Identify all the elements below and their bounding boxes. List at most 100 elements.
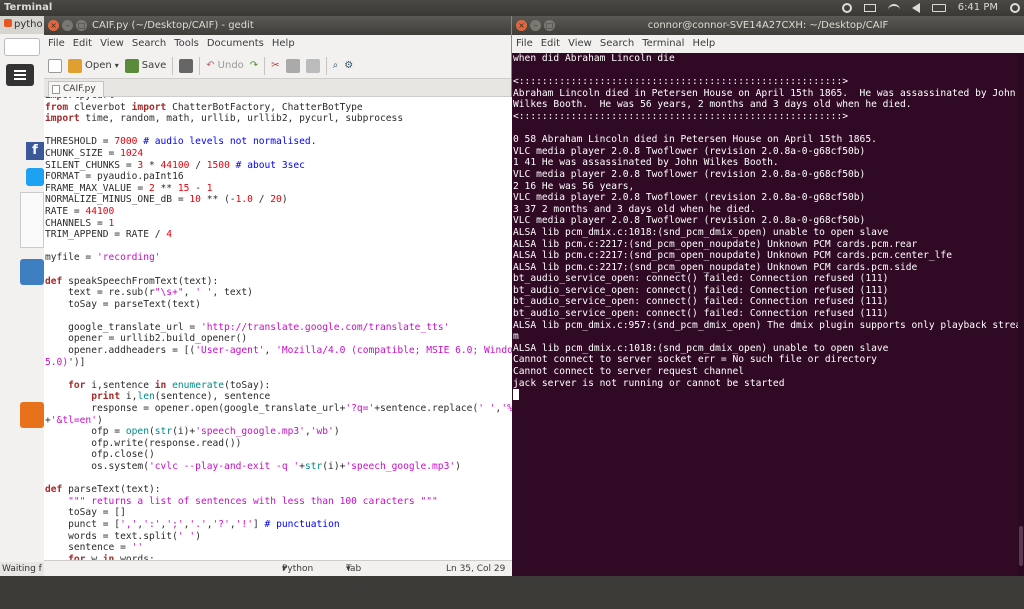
browser-tab-label: pytho (14, 19, 43, 30)
open-button[interactable]: Open ▾ (68, 58, 119, 73)
save-icon (124, 58, 139, 73)
minimize-icon[interactable]: – (530, 20, 541, 31)
new-document-icon (48, 58, 62, 73)
volume-icon[interactable] (911, 3, 920, 13)
terminal-line: <:::::::::::::::::::::::::::::::::::::::… (513, 76, 849, 88)
menu-tools[interactable]: Tools (174, 35, 199, 53)
find-button[interactable]: ⌕ (333, 60, 339, 71)
wifi-icon[interactable] (887, 4, 900, 12)
terminal-line: ALSA lib pcm.c:2217:(snd_pcm_open_noupda… (513, 238, 918, 250)
settings-gear-icon[interactable] (1010, 3, 1020, 13)
code-line: for i,sentence in enumerate(toSay): (68, 379, 271, 391)
scissors-icon: ✂ (271, 60, 280, 71)
browser-tab[interactable]: pytho (0, 16, 44, 34)
redo-button[interactable]: ↷ (250, 60, 258, 71)
terminal-scrollbar-thumb[interactable] (1019, 526, 1023, 566)
terminal-line: m (513, 331, 519, 343)
dropbox-icon[interactable] (841, 3, 852, 13)
menu-search[interactable]: Search (132, 35, 166, 53)
orange-button[interactable] (20, 402, 44, 428)
gedit-titlebar[interactable]: × – □ CAIF.py (~/Desktop/CAIF) - gedit (44, 16, 511, 35)
maximize-icon[interactable]: □ (544, 20, 555, 31)
terminal-line: <:::::::::::::::::::::::::::::::::::::::… (513, 110, 849, 122)
new-button[interactable] (48, 58, 62, 73)
terminal-window[interactable]: × – □ connor@connor-SVE14A27CXH: ~/Deskt… (512, 16, 1024, 576)
maximize-icon[interactable]: □ (76, 20, 87, 31)
terminal-line: ALSA lib pcm_dmix.c:957:(snd_pcm_dmix_op… (513, 319, 1022, 331)
mail-icon[interactable] (863, 4, 876, 12)
code-line: def speakSpeechFromText(text): (45, 275, 219, 287)
code-text[interactable]: importpycurlfrom cleverbot import Chatte… (44, 97, 512, 565)
menu-help[interactable]: Help (692, 35, 715, 53)
print-icon (179, 58, 194, 73)
menu-terminal[interactable]: Terminal (642, 35, 684, 53)
cut-button[interactable]: ✂ (271, 60, 279, 71)
gedit-window[interactable]: × – □ CAIF.py (~/Desktop/CAIF) - gedit F… (44, 16, 512, 606)
code-line: """ returns a list of sentences with les… (68, 495, 438, 507)
terminal-line: 2 16 He was 56 years, (513, 180, 635, 192)
toolbar-separator (264, 56, 266, 75)
code-line: sentence = '' (45, 542, 144, 554)
terminal-line: ALSA lib pcm.c:2217:(snd_pcm_open_noupda… (513, 250, 952, 262)
save-button[interactable]: Save (124, 58, 166, 73)
terminal-titlebar[interactable]: × – □ connor@connor-SVE14A27CXH: ~/Deskt… (512, 16, 1024, 35)
menu-view[interactable]: View (568, 35, 592, 53)
document-tabs: CAIF.py (44, 79, 511, 97)
code-line: os.system('cvlc --play-and-exit -q '+str… (45, 461, 461, 472)
copy-button[interactable] (285, 58, 300, 73)
minimize-icon[interactable]: – (62, 20, 73, 31)
browser-address-bar[interactable] (4, 38, 40, 56)
terminal-line: VLC media player 2.0.8 Twoflower (revisi… (513, 192, 866, 204)
tab-width-selector[interactable]: Tab Width: 8 ▾ (346, 561, 375, 606)
open-label: Open (85, 60, 112, 71)
menu-documents[interactable]: Documents (207, 35, 264, 53)
code-line: google_translate_url = 'http://translate… (45, 321, 450, 333)
code-line: text = re.sub(r"\s+", ' ', text) (45, 287, 253, 299)
language-selector[interactable]: Python ▾ (282, 561, 313, 577)
code-line: NORMALIZE_MINUS_ONE_dB = 10 ** (-1.0 / 2… (45, 194, 288, 206)
terminal-line: 0 58 Abraham Lincoln died in Petersen Ho… (513, 134, 877, 146)
menu-file[interactable]: File (48, 35, 65, 53)
menu-search[interactable]: Search (600, 35, 634, 53)
top-panel: Terminal 6:41 PM (0, 0, 1024, 16)
print-button[interactable] (179, 58, 194, 73)
search-icon: ⌕ (332, 60, 339, 71)
blue-button[interactable] (20, 259, 44, 285)
browser-status-bar: Waiting f (0, 562, 44, 576)
code-editor[interactable]: importpycurlfrom cleverbot import Chatte… (44, 97, 512, 574)
twitter-icon[interactable] (26, 168, 44, 186)
terminal-scrollbar[interactable] (1018, 53, 1024, 576)
code-line: myfile = 'recording' (45, 252, 161, 264)
close-icon[interactable]: × (516, 20, 527, 31)
terminal-output[interactable]: when did Abraham Lincoln die <::::::::::… (512, 53, 1024, 576)
code-line: import time, random, math, urllib, urlli… (45, 113, 404, 125)
chevron-down-icon[interactable]: ▾ (115, 61, 119, 70)
background-browser-window[interactable]: pytho f Waiting f (0, 16, 44, 576)
facebook-icon[interactable]: f (26, 142, 44, 160)
code-line: opener.addheaders = [('User-agent', 'Moz… (45, 345, 512, 357)
menu-help[interactable]: Help (272, 35, 295, 53)
paste-button[interactable] (305, 58, 320, 73)
hamburger-menu-icon[interactable] (6, 64, 34, 86)
clock[interactable]: 6:41 PM (958, 0, 998, 16)
terminal-line: bt_audio_service_open: connect() failed:… (513, 296, 889, 308)
code-line: SILENT_CHUNKS = 3 * 44100 / 1500 # about… (45, 159, 305, 171)
undo-button[interactable]: ↶ Undo (206, 60, 244, 71)
menu-edit[interactable]: Edit (73, 35, 92, 53)
menu-edit[interactable]: Edit (541, 35, 560, 53)
tab-caif-py[interactable]: CAIF.py (48, 81, 104, 97)
code-line: 5.0)')] (45, 356, 86, 368)
terminal-text[interactable]: when did Abraham Lincoln die <::::::::::… (512, 53, 1024, 401)
menu-file[interactable]: File (516, 35, 533, 53)
battery-icon[interactable] (931, 4, 946, 12)
code-line: opener = urllib2.build_opener() (45, 333, 248, 345)
close-icon[interactable]: × (48, 20, 59, 31)
menu-view[interactable]: View (100, 35, 124, 53)
replace-button[interactable]: ⚙ (344, 60, 353, 71)
